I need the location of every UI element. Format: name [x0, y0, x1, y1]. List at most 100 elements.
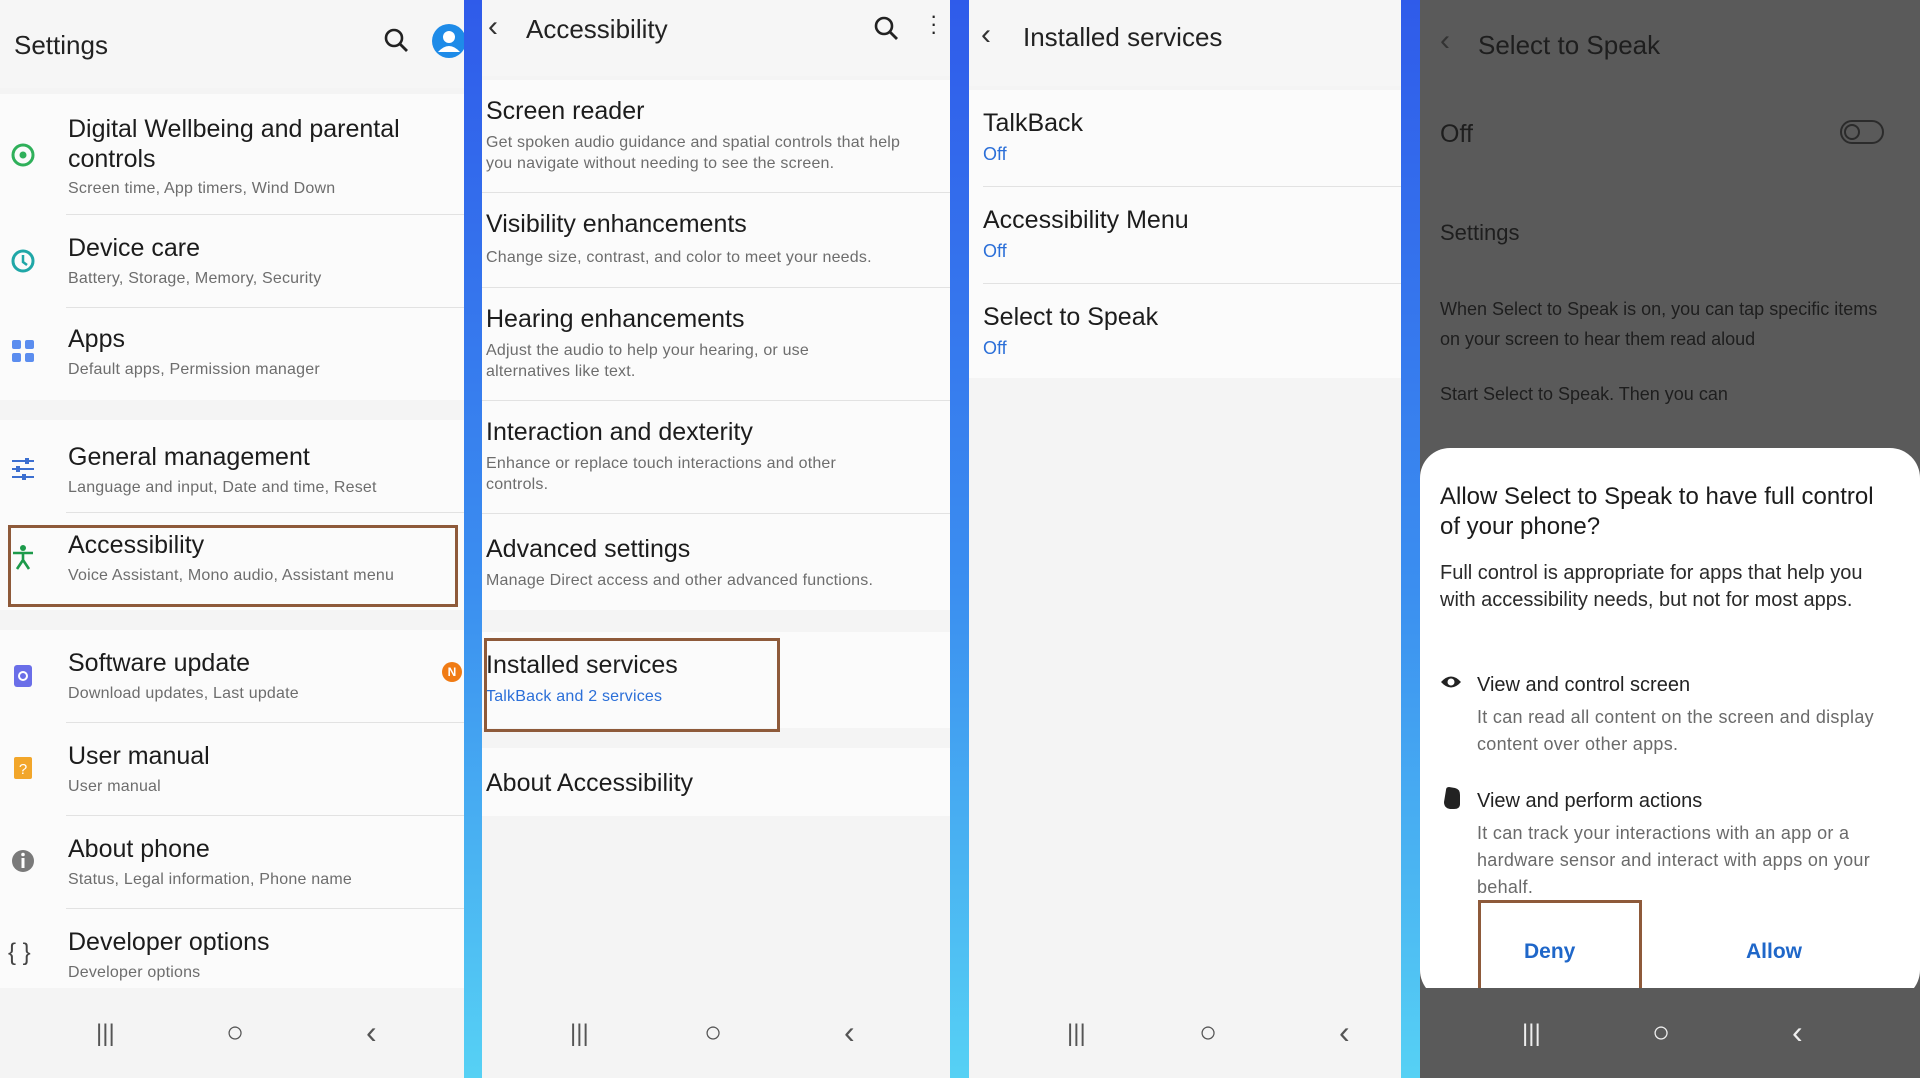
item-title: Accessibility Menu — [983, 206, 1189, 234]
permission-2-title: View and perform actions — [1477, 790, 1703, 812]
nav-bar: ||| ○ ‹ — [1420, 988, 1920, 1078]
settings-item-digital-wellbeing[interactable]: Digital Wellbeing and parental controls … — [0, 94, 464, 214]
page-title: Settings — [14, 30, 108, 60]
back-button[interactable]: ‹ — [366, 1014, 377, 1051]
back-button[interactable]: ‹ — [844, 1014, 855, 1051]
a11y-item-about[interactable]: About Accessibility — [482, 748, 950, 816]
nav-bar: ||| ○ ‹ — [0, 988, 464, 1078]
item-subtitle: Enhance or replace touch interactions an… — [486, 455, 837, 493]
settings-item-device-care[interactable]: Device care Battery, Storage, Memory, Se… — [0, 215, 464, 307]
back-arrow-icon[interactable]: ‹ — [1440, 24, 1450, 58]
installed-services-screen: ‹ Installed services TalkBack Off Access… — [969, 0, 1401, 1078]
item-title: Interaction and dexterity — [486, 418, 753, 446]
divider — [66, 512, 464, 513]
item-title: Software update — [68, 649, 251, 677]
nav-bar: ||| ○ ‹ — [482, 988, 950, 1078]
home-button[interactable]: ○ — [1652, 1016, 1670, 1050]
recents-button[interactable]: ||| — [1067, 1020, 1086, 1048]
braces-icon: { } — [8, 939, 31, 966]
sts-description: When Select to Speak is on, you can tap … — [1440, 299, 1878, 349]
recents-button[interactable]: ||| — [96, 1020, 115, 1048]
item-subtitle: Change size, contrast, and color to meet… — [486, 249, 872, 266]
item-subtitle: Battery, Storage, Memory, Security — [68, 270, 322, 287]
highlight-box — [1478, 900, 1642, 994]
sliders-icon — [12, 458, 34, 480]
item-subtitle: Adjust the audio to help your hearing, o… — [486, 342, 809, 380]
search-icon[interactable] — [872, 14, 900, 42]
user-manual-icon: ? — [14, 757, 32, 779]
search-icon[interactable] — [382, 26, 410, 54]
back-button[interactable]: ‹ — [1339, 1014, 1350, 1051]
hand-icon — [1444, 787, 1460, 809]
back-arrow-icon[interactable]: ‹ — [488, 10, 498, 44]
item-status: Off — [983, 241, 1007, 261]
settings-item-apps[interactable]: Apps Default apps, Permission manager — [0, 308, 464, 400]
item-subtitle: Default apps, Permission manager — [68, 361, 320, 378]
item-title: Apps — [68, 325, 125, 353]
permission-dialog: Allow Select to Speak to have full contr… — [1420, 448, 1920, 1000]
installed-services-list: TalkBack Off Accessibility Menu Off Sele… — [969, 90, 1401, 378]
settings-item-about-phone[interactable]: About phone Status, Legal information, P… — [0, 816, 464, 908]
item-subtitle: Status, Legal information, Phone name — [68, 871, 353, 888]
recents-button[interactable]: ||| — [570, 1020, 589, 1048]
service-item-talkback[interactable]: TalkBack Off — [969, 90, 1401, 186]
home-button[interactable]: ○ — [226, 1016, 244, 1050]
toggle-knob — [1844, 124, 1860, 140]
sts-app-bar: ‹ Select to Speak — [1420, 0, 1920, 88]
item-title: User manual — [68, 742, 210, 770]
item-subtitle: Screen time, App timers, Wind Down — [68, 180, 336, 197]
item-title: Advanced settings — [486, 535, 691, 563]
item-title: About phone — [68, 835, 210, 863]
toggle-label: Off — [1440, 120, 1473, 148]
item-title: TalkBack — [983, 109, 1084, 137]
service-item-accessibility-menu[interactable]: Accessibility Menu Off — [969, 187, 1401, 283]
service-toggle[interactable] — [1840, 120, 1884, 144]
a11y-item-hearing[interactable]: Hearing enhancements Adjust the audio to… — [482, 288, 950, 398]
settings-item-software-update[interactable]: Software update Download updates, Last u… — [0, 630, 464, 720]
settings-app-bar: Settings — [0, 0, 464, 88]
page-title: Installed services — [1023, 22, 1223, 52]
nav-bar: ||| ○ ‹ — [969, 988, 1401, 1078]
more-options-icon[interactable]: · · · — [930, 5, 937, 43]
back-button[interactable]: ‹ — [1792, 1014, 1803, 1051]
page-title: Select to Speak — [1478, 30, 1661, 60]
settings-item-general-management[interactable]: General management Language and input, D… — [0, 420, 464, 510]
sts-start-text: Start Select to Speak. Then you can — [1440, 384, 1728, 404]
a11y-item-advanced[interactable]: Advanced settings Manage Direct access a… — [482, 514, 950, 610]
settings-section-label: Settings — [1440, 220, 1520, 245]
settings-group-3: Software update Download updates, Last u… — [0, 630, 464, 998]
wellbeing-icon — [11, 143, 35, 167]
item-subtitle: User manual — [68, 778, 161, 795]
item-status: Off — [983, 338, 1007, 358]
avatar-icon[interactable] — [432, 24, 464, 58]
service-item-select-to-speak[interactable]: Select to Speak Off — [969, 284, 1401, 378]
device-care-icon — [11, 249, 35, 273]
settings-item-user-manual[interactable]: ? User manual User manual — [0, 723, 464, 815]
a11y-item-visibility[interactable]: Visibility enhancements Change size, con… — [482, 193, 950, 286]
item-subtitle: Get spoken audio guidance and spatial co… — [486, 134, 901, 172]
a11y-item-screen-reader[interactable]: Screen reader Get spoken audio guidance … — [482, 80, 950, 190]
eye-icon — [1441, 676, 1461, 688]
item-subtitle: Manage Direct access and other advanced … — [486, 572, 874, 589]
item-status: Off — [983, 144, 1007, 164]
item-subtitle: Download updates, Last update — [68, 685, 299, 702]
item-title: General management — [68, 443, 310, 471]
item-title: Visibility enhancements — [486, 210, 747, 238]
home-button[interactable]: ○ — [704, 1016, 722, 1050]
home-button[interactable]: ○ — [1199, 1016, 1217, 1050]
notification-badge: N — [442, 662, 462, 682]
back-arrow-icon[interactable]: ‹ — [981, 18, 991, 52]
apps-icon — [12, 340, 34, 362]
permission-2-desc: It can track your interactions with an a… — [1477, 823, 1871, 897]
svg-text:?: ? — [19, 761, 27, 778]
highlight-box — [484, 638, 780, 732]
allow-button[interactable]: Allow — [1746, 940, 1802, 964]
recents-button[interactable]: ||| — [1522, 1020, 1541, 1048]
accessibility-group-3: About Accessibility — [482, 748, 950, 816]
settings-group-1: Digital Wellbeing and parental controls … — [0, 94, 464, 400]
a11y-item-interaction[interactable]: Interaction and dexterity Enhance or rep… — [482, 401, 950, 511]
settings-item-developer-options[interactable]: { } Developer options Developer options — [0, 909, 464, 999]
permission-1-desc: It can read all content on the screen an… — [1477, 707, 1874, 754]
page-title: Accessibility — [526, 14, 668, 44]
item-title: Hearing enhancements — [486, 305, 745, 333]
